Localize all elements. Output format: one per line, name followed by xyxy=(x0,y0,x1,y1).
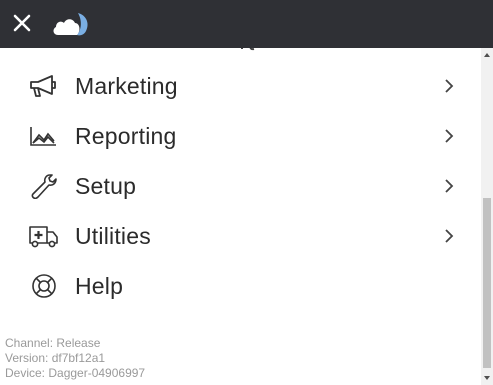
lifebuoy-icon xyxy=(28,273,60,299)
triangle-up-icon xyxy=(484,53,490,57)
menu-item-reporting[interactable]: Reporting xyxy=(0,111,481,161)
chevron-right-icon xyxy=(442,78,456,94)
close-icon xyxy=(13,14,31,32)
cloud-logo-icon xyxy=(53,13,88,36)
ambulance-icon xyxy=(28,223,60,249)
previous-item-peek xyxy=(236,48,260,54)
chevron-right-icon xyxy=(442,128,456,144)
megaphone-icon xyxy=(28,73,60,99)
menu-panel: Marketing Reporting Setup Utilities Help… xyxy=(0,48,481,385)
device-text: Device: Dagger-04906997 xyxy=(5,366,146,380)
menu-item-marketing[interactable]: Marketing xyxy=(0,61,481,111)
menu-item-utilities[interactable]: Utilities xyxy=(0,211,481,261)
chevron-right-icon xyxy=(442,228,456,244)
scroll-down-button[interactable] xyxy=(481,371,493,385)
menu-item-label: Reporting xyxy=(75,123,177,149)
menu-item-label: Marketing xyxy=(75,73,178,99)
build-info: Channel: Release Version: df7bf12a1 Devi… xyxy=(5,336,145,381)
vertical-scrollbar[interactable] xyxy=(481,48,493,385)
menu-item-label: Help xyxy=(75,273,124,299)
version-text: Version: df7bf12a1 xyxy=(5,351,106,365)
app-header xyxy=(0,0,493,48)
channel-text: Channel: Release xyxy=(5,336,101,350)
triangle-down-icon xyxy=(484,376,490,380)
wrench-icon xyxy=(28,173,60,200)
scroll-thumb[interactable] xyxy=(483,198,491,368)
menu-item-help[interactable]: Help xyxy=(0,261,481,311)
menu-item-setup[interactable]: Setup xyxy=(0,161,481,211)
menu-item-label: Utilities xyxy=(75,223,151,249)
app-logo xyxy=(50,9,94,39)
close-button[interactable] xyxy=(8,9,36,37)
scroll-up-button[interactable] xyxy=(481,48,493,62)
chevron-right-icon xyxy=(442,178,456,194)
area-chart-icon xyxy=(28,123,60,149)
menu-item-label: Setup xyxy=(75,173,137,199)
